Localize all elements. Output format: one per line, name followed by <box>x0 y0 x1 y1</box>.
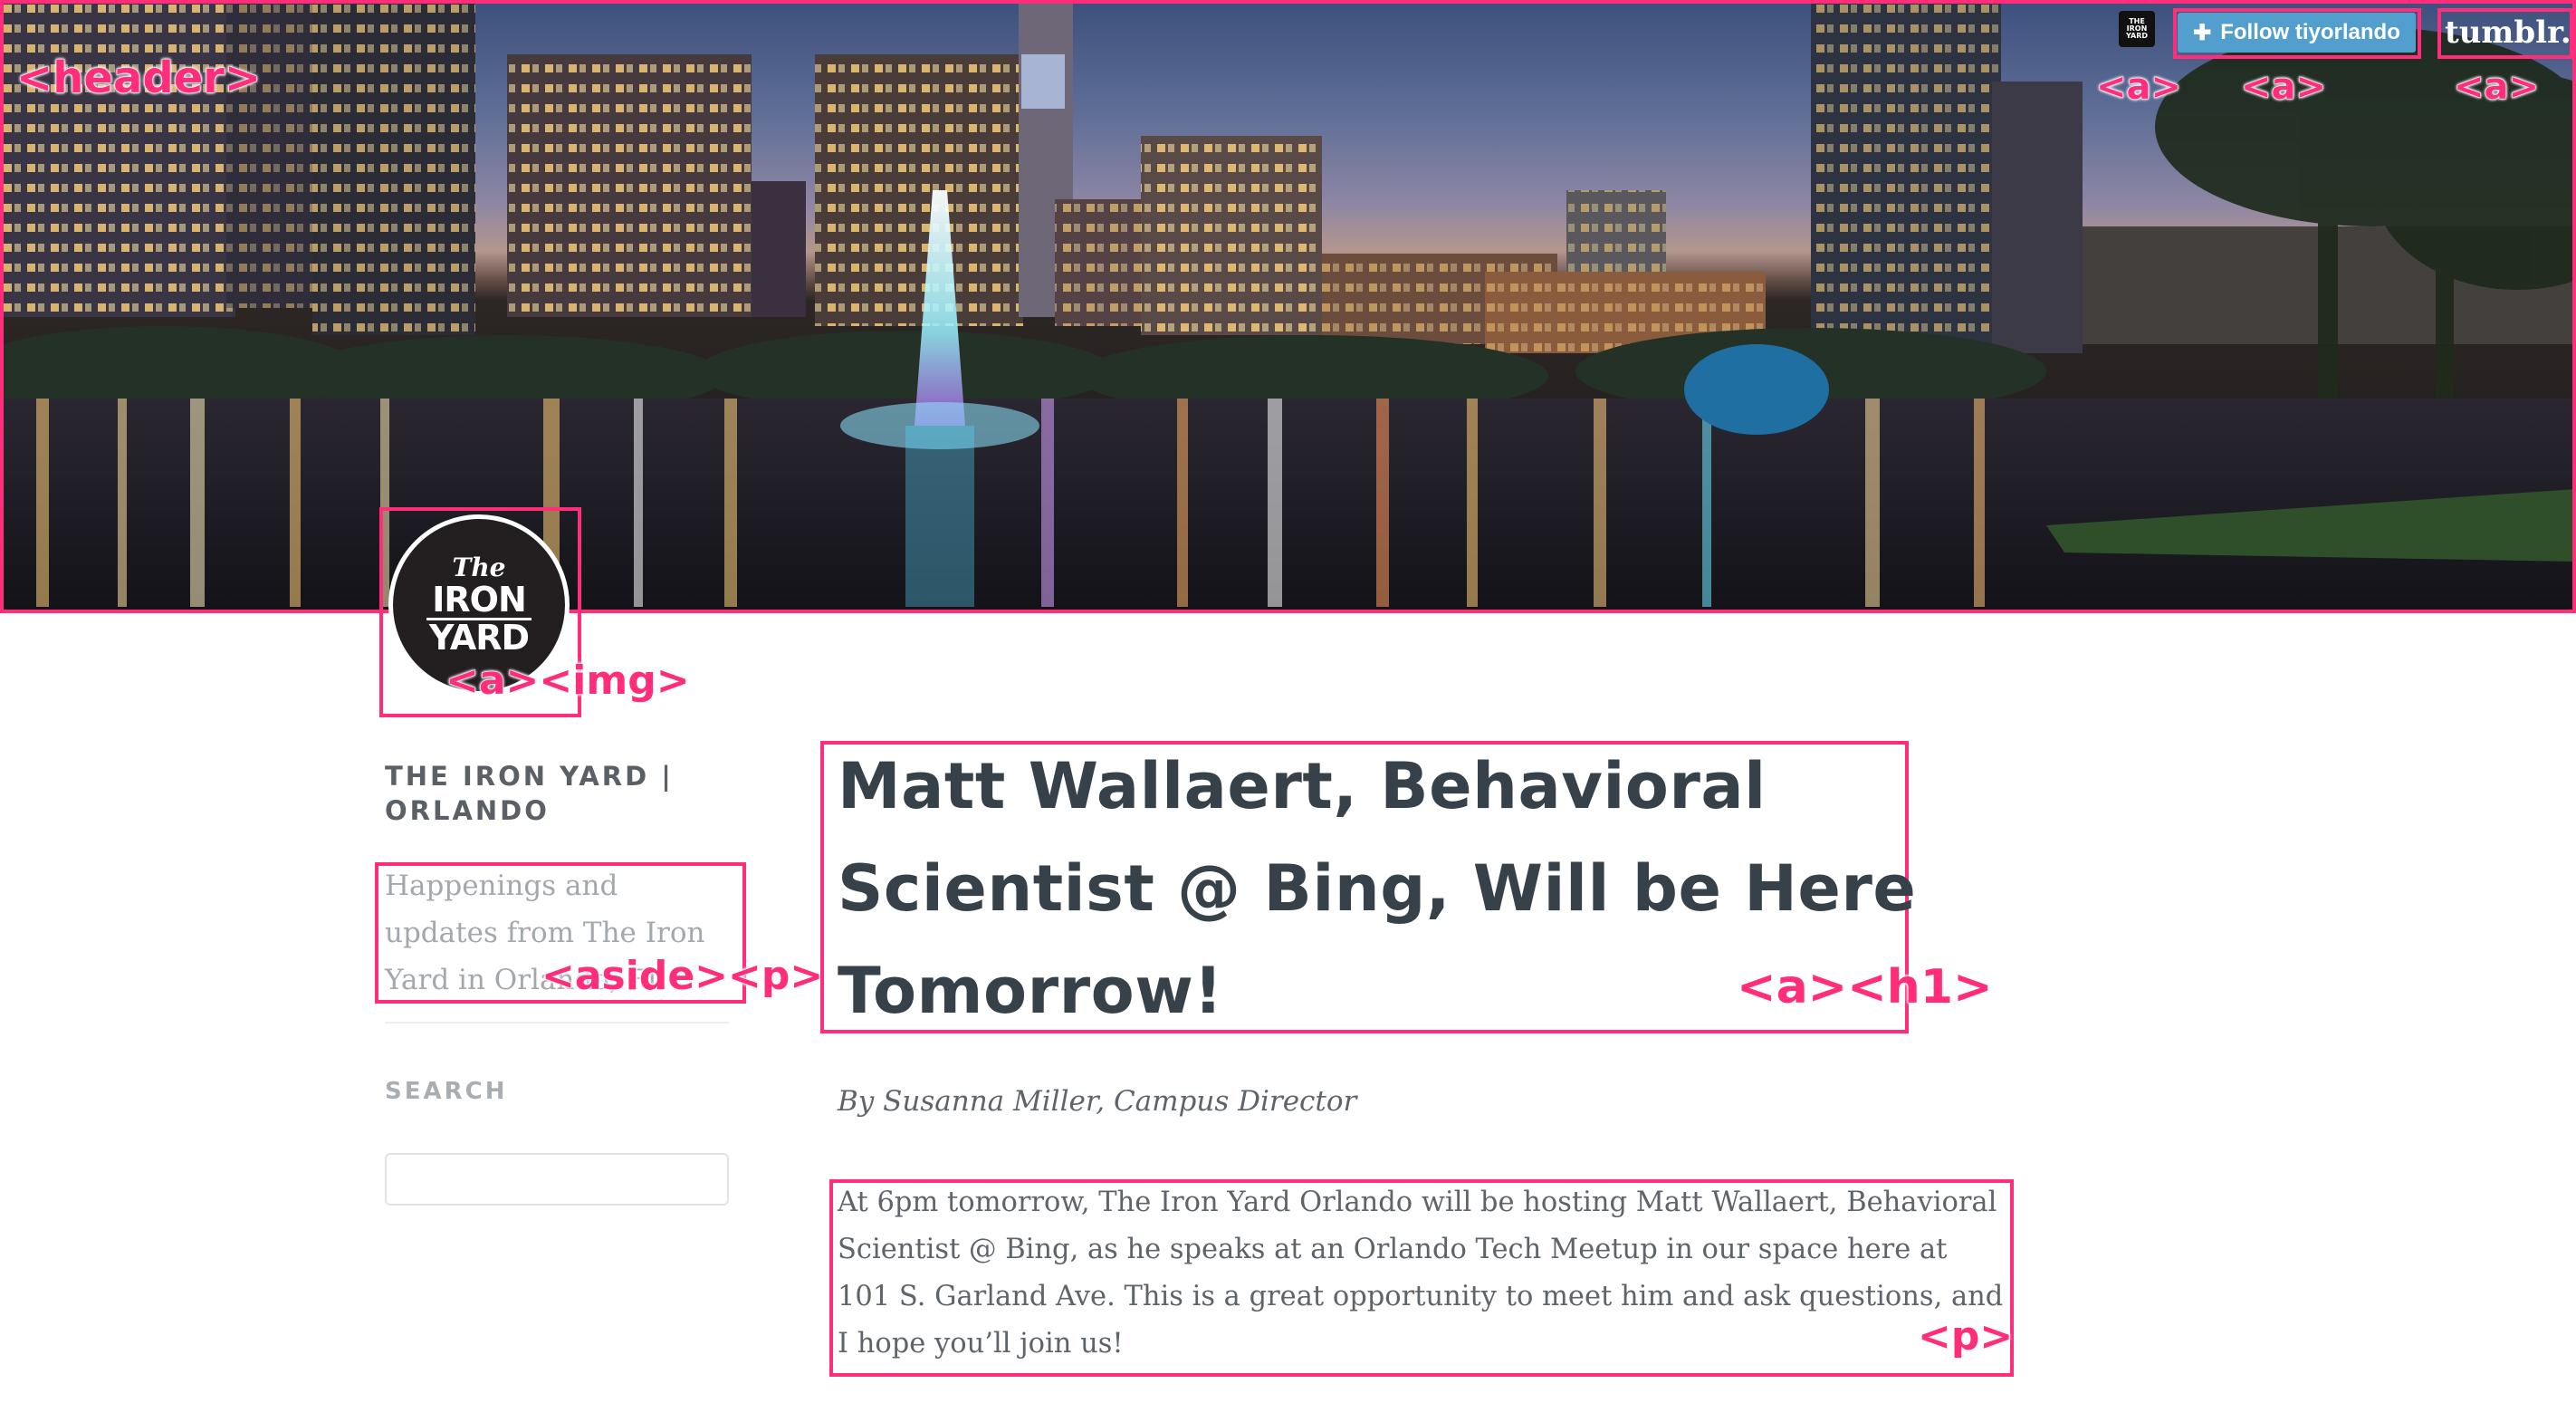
avatar-link-annotation-label: <a> <box>2095 66 2182 108</box>
tagline-annotation-label: <aside><p> <box>541 953 824 999</box>
search-input[interactable] <box>385 1153 729 1206</box>
plus-icon: ✚ <box>2193 20 2212 45</box>
logo-annotation-label: <a><img> <box>445 658 691 704</box>
header-annotation-label: <header> <box>15 53 262 103</box>
blog-avatar-icon: THE IRON YARD <box>2125 17 2149 40</box>
tumblr-logo-link[interactable]: tumblr. <box>2445 11 2571 54</box>
post-body-paragraph: At 6pm tomorrow, The Iron Yard Orlando w… <box>838 1187 2004 1360</box>
follow-button[interactable]: ✚ Follow tiyorlando <box>2178 13 2416 53</box>
tumblr-link-annotation-label: <a> <box>2453 66 2540 108</box>
site-title[interactable]: THE IRON YARD | ORLANDO <box>385 759 711 828</box>
sidebar-divider <box>385 1022 729 1023</box>
post-byline: By Susanna Miller, Campus Director <box>838 1085 1357 1118</box>
blog-avatar-link[interactable]: THE IRON YARD <box>2119 11 2155 47</box>
search-label: SEARCH <box>385 1078 508 1105</box>
body-annotation-label: <p> <box>1917 1313 2014 1360</box>
follow-button-label: Follow tiyorlando <box>2220 20 2400 44</box>
title-annotation-label: <a><h1> <box>1737 960 1994 1014</box>
follow-link-annotation-label: <a> <box>2240 66 2327 108</box>
